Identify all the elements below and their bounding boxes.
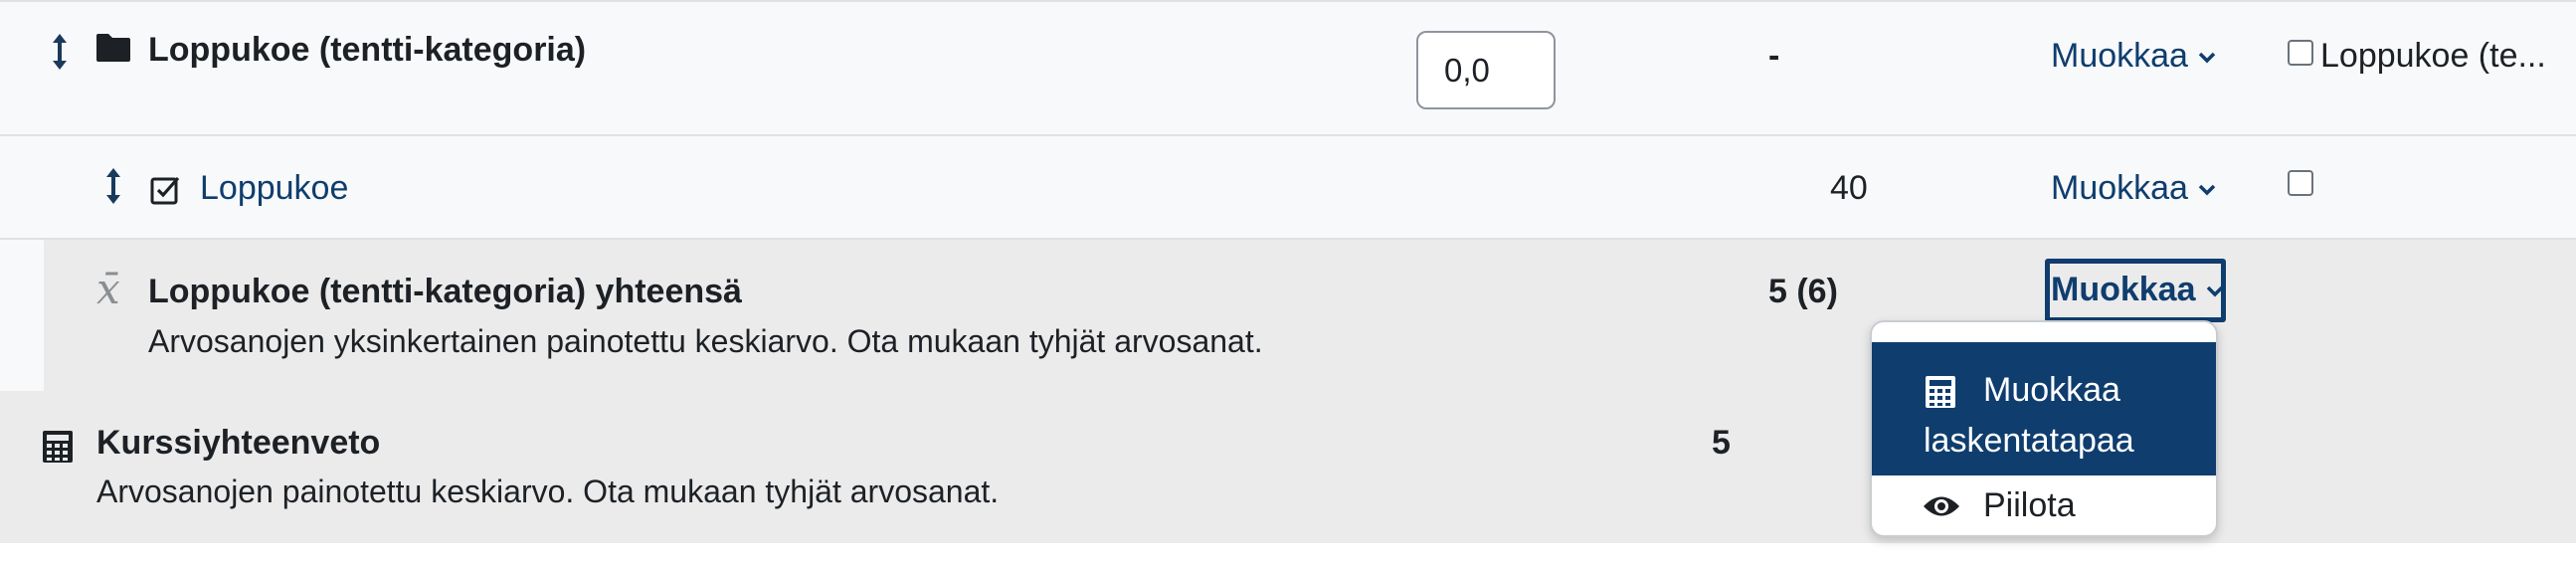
calculator-icon (43, 431, 73, 463)
edit-label: Muokkaa (2051, 37, 2188, 75)
quiz-icon (150, 176, 180, 205)
move-handle-icon[interactable] (50, 32, 70, 72)
menu-item-label: Muokkaa (1983, 371, 2120, 409)
category-edit-menu[interactable]: Muokkaa (2051, 36, 2216, 76)
calculator-icon (1926, 376, 1955, 408)
menu-item-edit-calculation[interactable]: Muokkaa laskentatapaa (1872, 342, 2216, 475)
menu-item-hide[interactable]: Piilota (1872, 475, 2216, 535)
menu-item-label: Piilota (1983, 486, 2076, 524)
menu-item-label-cont: laskentatapaa (1924, 422, 2134, 460)
course-total-description: Arvosanojen painotettu keskiarvo. Ota mu… (96, 474, 1000, 509)
category-total-name: Loppukoe (tentti-kategoria) yhteensä (148, 273, 742, 310)
category-total-description: Arvosanojen yksinkertainen painotettu ke… (148, 323, 1263, 359)
eye-icon (1924, 496, 1959, 516)
grade-item-value: 40 (1830, 169, 1868, 207)
grade-item-row: Loppukoe 40 Muokkaa (0, 136, 2576, 240)
category-checkbox[interactable] (2288, 40, 2313, 66)
category-row: Loppukoe (tentti-kategoria) - Muokkaa Lo… (0, 0, 2576, 136)
category-weight-input[interactable] (1416, 31, 1556, 109)
folder-icon (96, 34, 130, 62)
course-total-name: Kurssiyhteenveto (96, 424, 381, 462)
chevron-down-icon (2198, 52, 2216, 64)
focus-ring (2045, 259, 2226, 322)
category-range: - (1768, 37, 1780, 75)
item-edit-menu[interactable]: Muokkaa (2051, 168, 2216, 208)
chevron-down-icon (2198, 184, 2216, 196)
mean-icon: x̄ (96, 265, 120, 313)
category-total-value: 5 (6) (1768, 273, 1838, 310)
category-name: Loppukoe (tentti-kategoria) (148, 31, 587, 69)
category-checkbox-label: Loppukoe (te... (2320, 37, 2546, 75)
item-checkbox[interactable] (2288, 170, 2313, 196)
edit-dropdown-menu: Muokkaa laskentatapaa Piilota (1870, 320, 2218, 537)
edit-label: Muokkaa (2051, 169, 2188, 207)
grade-item-link[interactable]: Loppukoe (200, 168, 348, 208)
move-handle-icon[interactable] (103, 166, 123, 206)
course-total-value: 5 (1712, 424, 1731, 462)
